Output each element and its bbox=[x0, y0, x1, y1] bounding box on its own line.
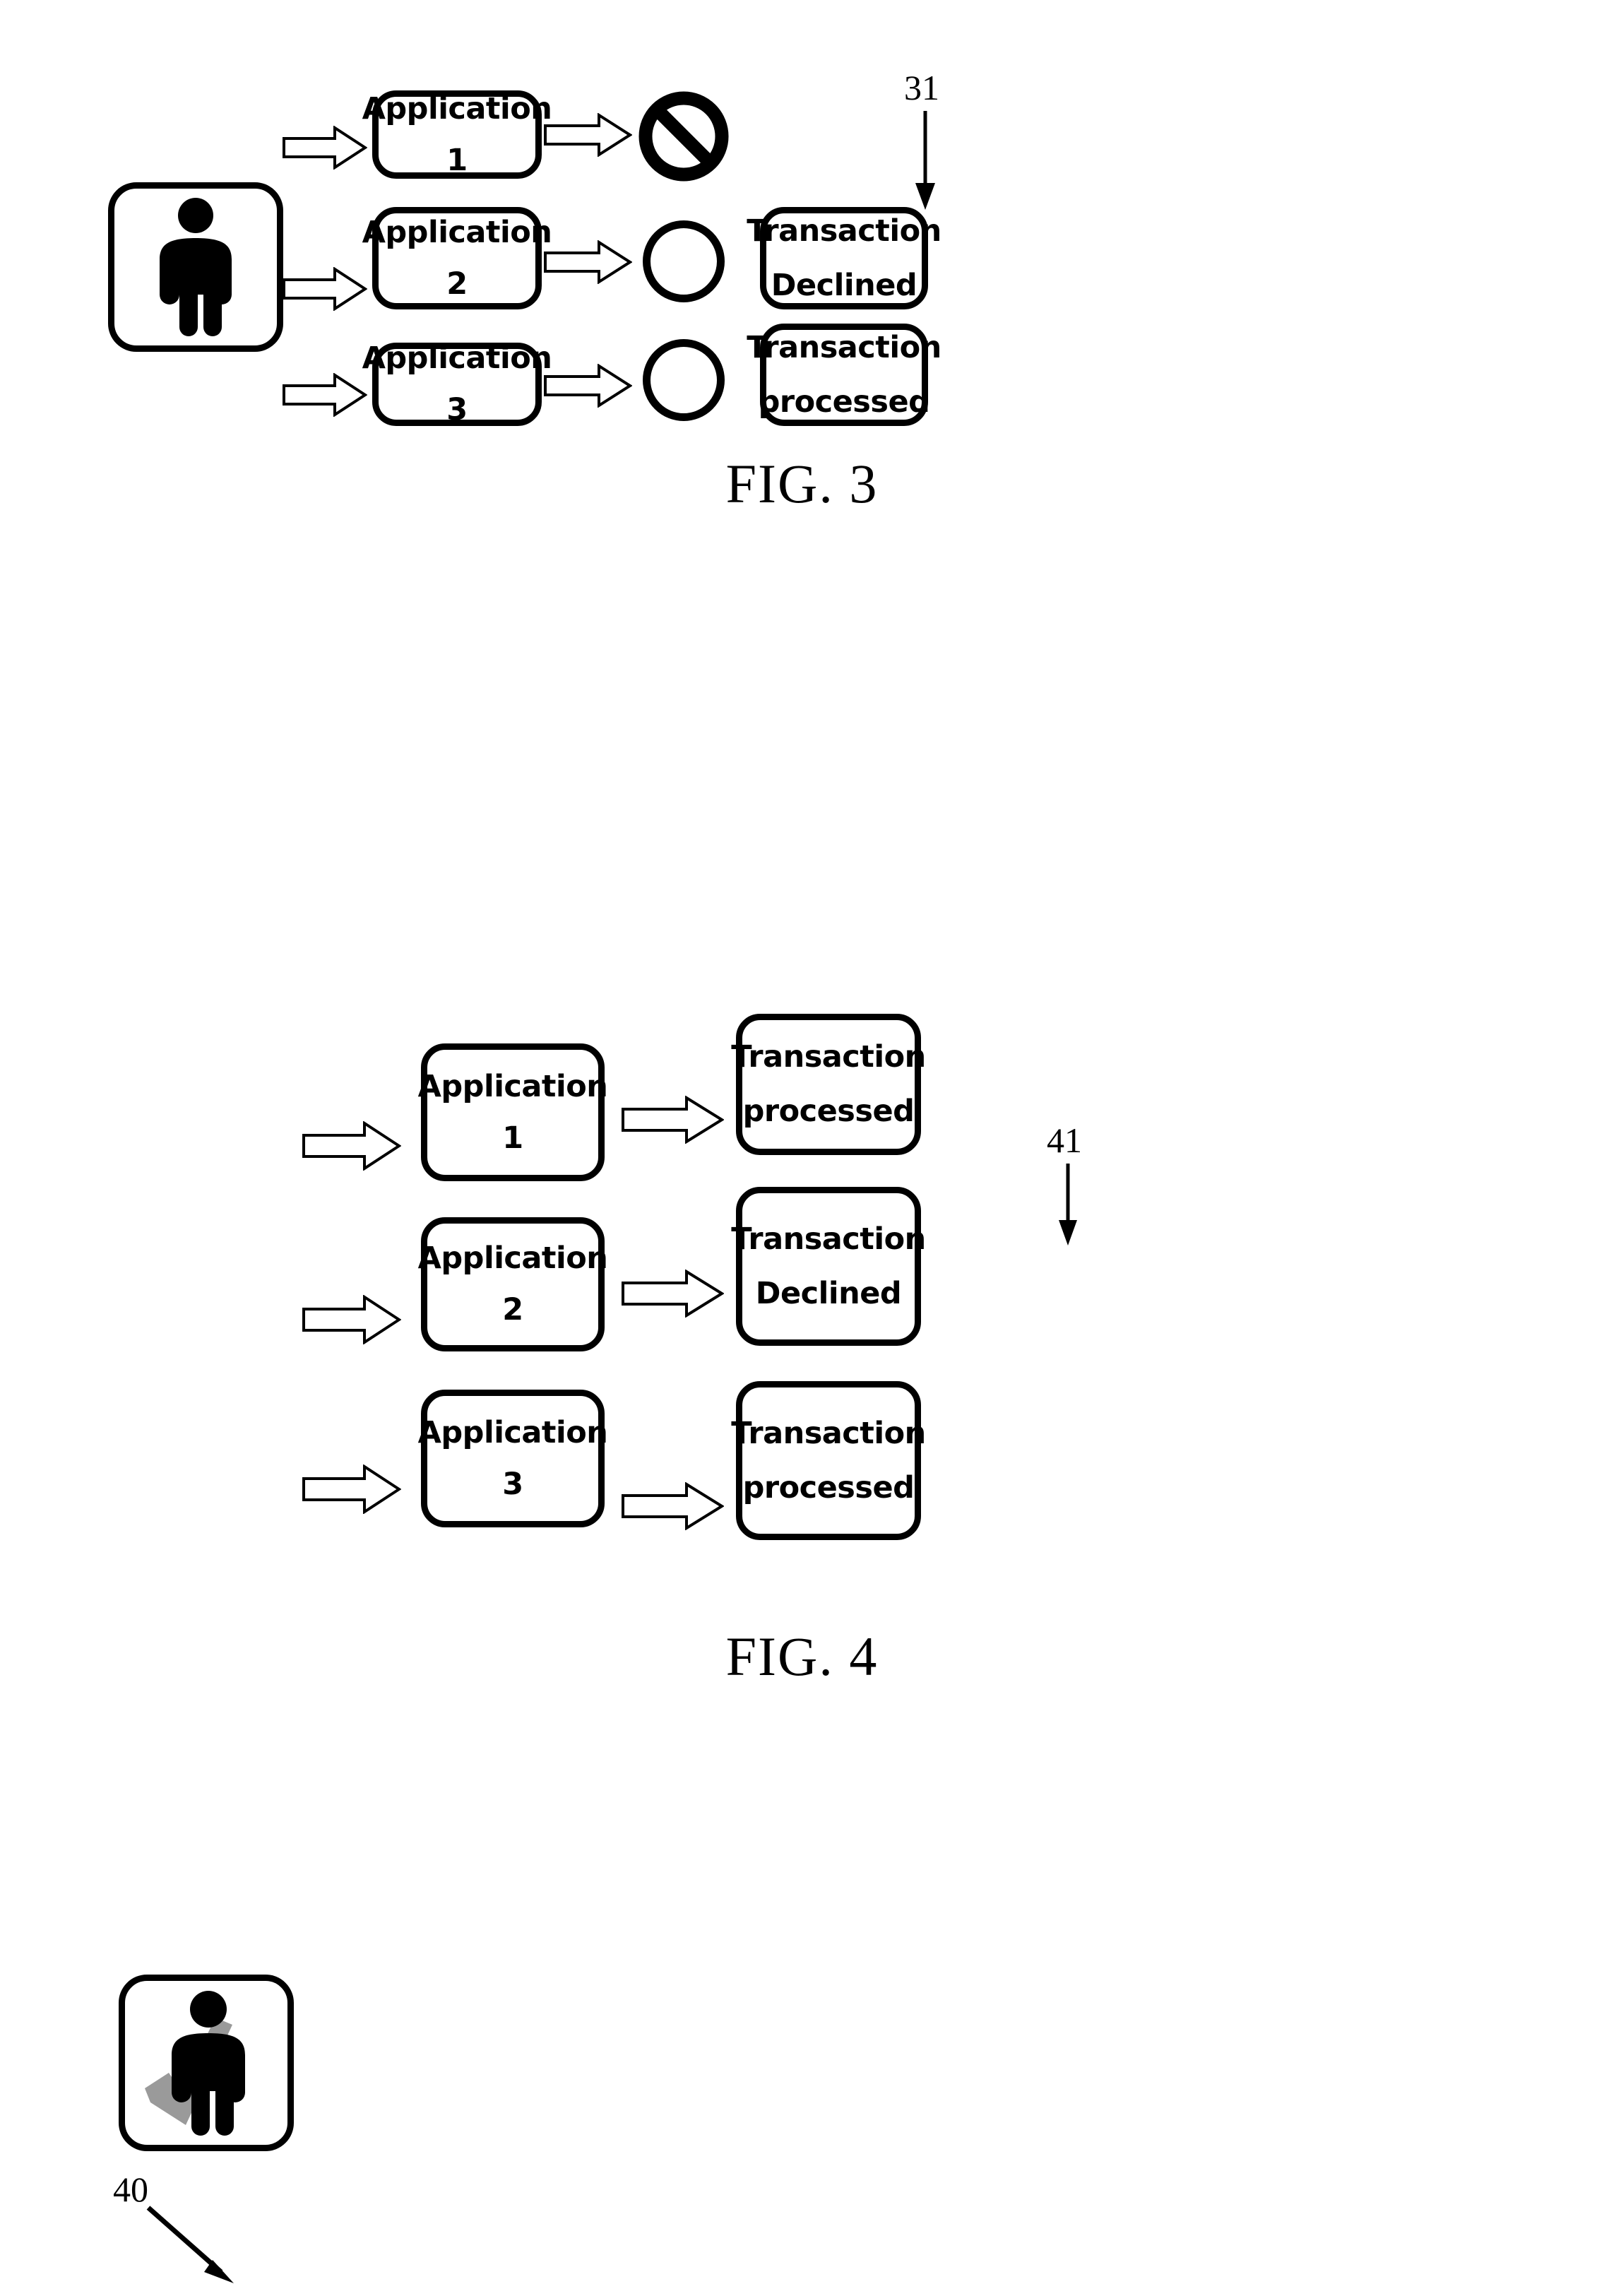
ref-number-41: 41 bbox=[1047, 1120, 1082, 1160]
ref-number-31: 31 bbox=[904, 68, 939, 107]
outcome-box-3-transaction-processed: Transaction processed bbox=[731, 1381, 926, 1540]
indicator-circle-3 bbox=[643, 339, 725, 421]
flow-arrow-to-application-3-icon bbox=[283, 373, 367, 417]
application-box-1: Application 1 bbox=[417, 1043, 608, 1181]
ref-number-40: 40 bbox=[113, 2170, 148, 2209]
ref-leader-41-arrow-icon bbox=[1059, 1164, 1077, 1245]
outcome-box-transaction-declined: Transaction Declined bbox=[747, 207, 941, 309]
figure-3: 31 Application 1 Application 2 Applicati… bbox=[0, 0, 1604, 798]
flow-arrow-to-application-1-icon bbox=[302, 1121, 401, 1171]
figure-4-caption: FIG. 4 bbox=[725, 1626, 879, 1687]
indicator-circle-2 bbox=[643, 220, 725, 302]
person-icon bbox=[172, 1991, 245, 2136]
outcome-line-1: Transaction bbox=[731, 1039, 926, 1075]
outcome-line-1: Transaction bbox=[747, 329, 941, 365]
application-box-2-name: Application bbox=[362, 214, 552, 250]
flow-arrow-application-2-to-outcome-icon bbox=[622, 1270, 724, 1318]
flow-arrow-to-application-2-icon bbox=[302, 1295, 401, 1344]
outcome-line-2: Declined bbox=[755, 1275, 902, 1311]
application-box-3: Application 3 bbox=[417, 1390, 608, 1527]
person-icon bbox=[160, 198, 232, 336]
application-box-3-name: Application bbox=[362, 341, 552, 376]
application-box-3-name: Application bbox=[417, 1414, 608, 1450]
application-box-2-index: 2 bbox=[502, 1292, 523, 1327]
flow-arrow-to-application-2-icon bbox=[283, 267, 367, 311]
application-box-2: Application 2 bbox=[417, 1217, 608, 1351]
application-box-1: Application 1 bbox=[362, 90, 552, 179]
ref-leader-31-arrow-icon bbox=[915, 111, 935, 210]
application-box-2-name: Application bbox=[417, 1241, 608, 1276]
flow-arrow-application-1-to-indicator-icon bbox=[544, 113, 632, 157]
outcome-line-1: Transaction bbox=[731, 1221, 926, 1257]
outcome-line-2: processed bbox=[742, 1094, 915, 1129]
outcome-line-2: processed bbox=[742, 1469, 915, 1505]
outcome-line-2: Declined bbox=[771, 267, 917, 303]
application-box-1-name: Application bbox=[417, 1068, 608, 1104]
outcome-box-1-transaction-processed: Transaction processed bbox=[731, 1014, 926, 1155]
flow-arrow-application-2-to-indicator-icon bbox=[544, 240, 632, 284]
figure-4: 41 40 Application 1 Application 2 Applic… bbox=[0, 887, 1604, 2283]
application-box-1-index: 1 bbox=[502, 1120, 523, 1156]
outcome-box-2-transaction-declined: Transaction Declined bbox=[731, 1187, 926, 1346]
flow-arrow-to-application-1-icon bbox=[283, 126, 367, 170]
application-box-3: Application 3 bbox=[362, 343, 552, 427]
flow-arrow-application-1-to-outcome-icon bbox=[622, 1096, 724, 1144]
application-box-1-name: Application bbox=[362, 90, 552, 126]
application-box-3-index: 3 bbox=[446, 392, 468, 427]
application-box-1-index: 1 bbox=[446, 142, 468, 178]
prohibition-sign-icon bbox=[638, 91, 729, 182]
application-box-3-index: 3 bbox=[502, 1466, 523, 1502]
ref-leader-40-arrow-icon bbox=[146, 2206, 234, 2283]
outcome-line-1: Transaction bbox=[731, 1415, 926, 1451]
application-box-2: Application 2 bbox=[362, 207, 552, 309]
flow-arrow-to-application-3-icon bbox=[302, 1464, 401, 1514]
flow-arrow-application-3-to-outcome-icon bbox=[622, 1482, 724, 1530]
figure-3-caption: FIG. 3 bbox=[725, 453, 879, 514]
actor-person-panel bbox=[108, 182, 283, 352]
actor-person-panel-verified bbox=[119, 1975, 294, 2151]
outcome-box-transaction-processed: Transaction processed bbox=[747, 324, 941, 426]
flow-arrow-application-3-to-indicator-icon bbox=[544, 364, 632, 408]
outcome-line-2: processed bbox=[758, 384, 930, 420]
outcome-line-1: Transaction bbox=[747, 213, 941, 249]
application-box-2-index: 2 bbox=[446, 266, 468, 302]
